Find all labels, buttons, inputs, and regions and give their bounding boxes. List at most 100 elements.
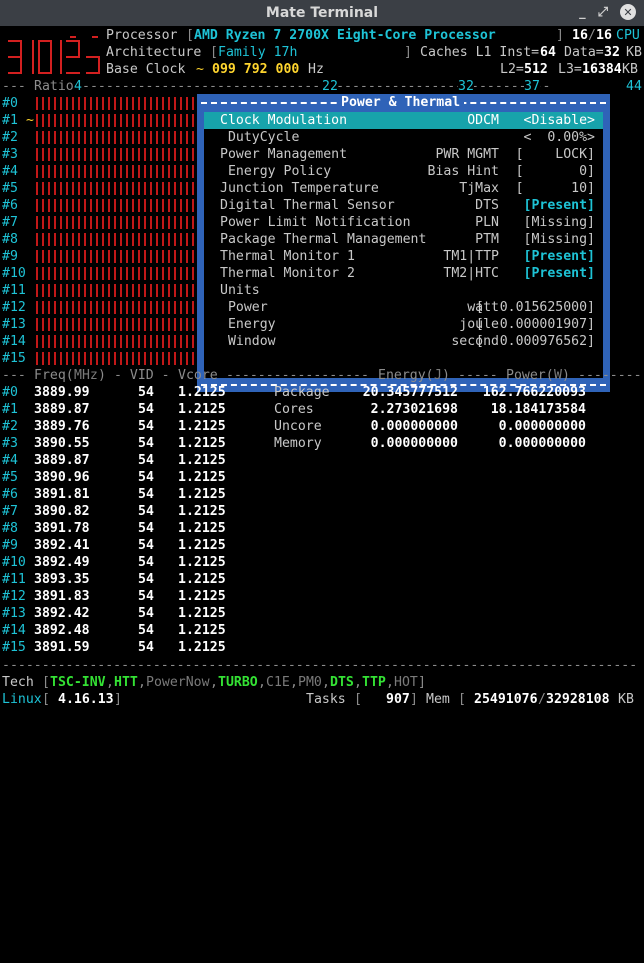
setting-key: Bias Hint: [427, 164, 499, 179]
ratio-bar: [36, 131, 196, 144]
core-id: #1: [2, 113, 18, 128]
setting-value[interactable]: [ 0]: [516, 163, 595, 180]
ratio-tick: 22: [322, 78, 338, 95]
setting-value[interactable]: [Present]: [524, 197, 595, 214]
setting-value[interactable]: [ LOCK]: [516, 146, 595, 163]
dialog-row[interactable]: Power Management PWR MGMT [ LOCK]: [204, 146, 603, 163]
terminal-screen[interactable]: Processor [ AMD Ryzen 7 2700X Eight-Core…: [2, 27, 642, 711]
setting-label: Power Management: [220, 147, 348, 162]
power-thermal-dialog[interactable]: Power & Thermal Clock Modulation ODCM <Dis…: [197, 94, 610, 392]
core-vcore: 1.2125: [178, 436, 226, 451]
ratio-rule: --- Ratio ------------------------------…: [2, 78, 642, 95]
core-id: #8: [2, 232, 18, 247]
setting-value[interactable]: < 0.00%>: [524, 129, 595, 146]
setting-value[interactable]: [ 0.015625000]: [476, 299, 595, 316]
close-icon[interactable]: ✕: [620, 4, 636, 20]
tech-separator: ,: [138, 675, 146, 690]
tech-separator: ,: [258, 675, 266, 690]
core-vid: 54: [138, 487, 154, 502]
setting-key: TM2|HTC: [443, 266, 499, 281]
l3-label: L3=: [558, 62, 582, 77]
domain-power: 18.184173584: [490, 402, 586, 417]
core-id: #1: [2, 402, 18, 417]
tech-item: TSC-INV: [50, 675, 106, 690]
dialog-row[interactable]: Package Thermal Management PTM [Missing]: [204, 231, 603, 248]
core-frequency: 3889.76: [34, 419, 90, 434]
core-id: #9: [2, 249, 18, 264]
ratio-bar: [36, 97, 196, 110]
core-vcore: 1.2125: [178, 572, 226, 587]
ratio-bar: [36, 148, 196, 161]
tech-separator: ,: [322, 675, 330, 690]
architecture-value: Family 17h: [218, 45, 298, 60]
setting-value[interactable]: [ 0.000976562]: [476, 333, 595, 350]
table-row: #12 3891.83 54 1.2125: [2, 588, 242, 605]
core-vcore: 1.2125: [178, 555, 226, 570]
tech-separator: ,: [354, 675, 362, 690]
setting-label: Package Thermal Management: [220, 232, 427, 247]
dialog-row[interactable]: Units: [204, 282, 603, 299]
dialog-row[interactable]: Window second[ 0.000976562]: [204, 333, 603, 350]
core-vcore: 1.2125: [178, 504, 226, 519]
core-ratio-row: #5: [2, 180, 202, 197]
minimize-icon[interactable]: _: [579, 5, 586, 20]
processor-row: Processor [ AMD Ryzen 7 2700X Eight-Core…: [106, 28, 640, 43]
dialog-row[interactable]: Digital Thermal Sensor DTS [Present]: [204, 197, 603, 214]
dialog-row[interactable]: Clock Modulation ODCM <Disable>: [204, 112, 603, 129]
core-ratio-row: #9: [2, 248, 202, 265]
dialog-row[interactable]: Power watt[ 0.015625000]: [204, 299, 603, 316]
setting-value[interactable]: [Missing]: [524, 231, 595, 248]
l2-label: L2=: [500, 62, 524, 77]
core-id: #7: [2, 504, 18, 519]
core-frequency: 3892.49: [34, 555, 90, 570]
dialog-row[interactable]: Energy Policy Bias Hint [ 0]: [204, 163, 603, 180]
core-id: #7: [2, 215, 18, 230]
cpu-online-count: 16: [572, 28, 588, 43]
core-ratio-row: #1 ~: [2, 112, 202, 129]
turbo-mark: ~: [26, 112, 34, 129]
setting-label: Units: [220, 283, 260, 298]
dialog-row[interactable]: Thermal Monitor 1 TM1|TTP [Present]: [204, 248, 603, 265]
table-row: #13 3892.42 54 1.2125: [2, 605, 242, 622]
setting-value[interactable]: [ 0.000001907]: [476, 316, 595, 333]
domain-energy: 2.273021698: [370, 402, 458, 417]
core-ratio-row: #15: [2, 350, 202, 367]
setting-label: Junction Temperature: [220, 181, 379, 196]
setting-value[interactable]: [Present]: [524, 248, 595, 265]
ratio-tick: 4: [74, 78, 82, 95]
processor-value: AMD Ryzen 7 2700X Eight-Core Processor: [194, 28, 496, 43]
domain-power: 0.000000000: [498, 419, 586, 434]
setting-value[interactable]: [Missing]: [524, 214, 595, 231]
dialog-row[interactable]: DutyCycle < 0.00%>: [204, 129, 603, 146]
tech-item: PowerNow: [146, 675, 210, 690]
core-vid: 54: [138, 589, 154, 604]
core-frequency: 3889.87: [34, 453, 90, 468]
setting-value[interactable]: [ 10]: [516, 180, 595, 197]
core-vcore: 1.2125: [178, 623, 226, 638]
os-name: Linux: [2, 692, 42, 707]
setting-value[interactable]: [Present]: [524, 265, 595, 282]
ratio-bar: [36, 165, 196, 178]
core-ratio-row: #14: [2, 333, 202, 350]
core-vcore: 1.2125: [178, 470, 226, 485]
setting-value[interactable]: <Disable>: [524, 112, 595, 129]
mem-label: Mem: [426, 692, 450, 707]
restore-icon[interactable]: ⤢: [598, 5, 608, 20]
tech-item: HTT: [114, 675, 138, 690]
ratio-tick: 32: [458, 78, 474, 95]
vid-header: - VID -: [114, 368, 170, 383]
setting-label: Power Limit Notification: [220, 215, 411, 230]
dialog-row[interactable]: Energy joule[ 0.000001907]: [204, 316, 603, 333]
tech-bracket: [: [42, 675, 50, 690]
energy-row: Package 20.345777512 162.766220093: [274, 384, 614, 401]
dialog-row[interactable]: Power Limit Notification PLN [Missing]: [204, 214, 603, 231]
dialog-row[interactable]: Thermal Monitor 2 TM2|HTC [Present]: [204, 265, 603, 282]
tasks-count: 907: [386, 692, 410, 707]
core-frequency: 3891.78: [34, 521, 90, 536]
core-id: #11: [2, 572, 26, 587]
ratio-bar: [36, 318, 196, 331]
kb-unit: KB: [626, 45, 642, 60]
core-vid: 54: [138, 385, 154, 400]
core-id: #14: [2, 334, 26, 349]
dialog-row[interactable]: Junction Temperature TjMax [ 10]: [204, 180, 603, 197]
